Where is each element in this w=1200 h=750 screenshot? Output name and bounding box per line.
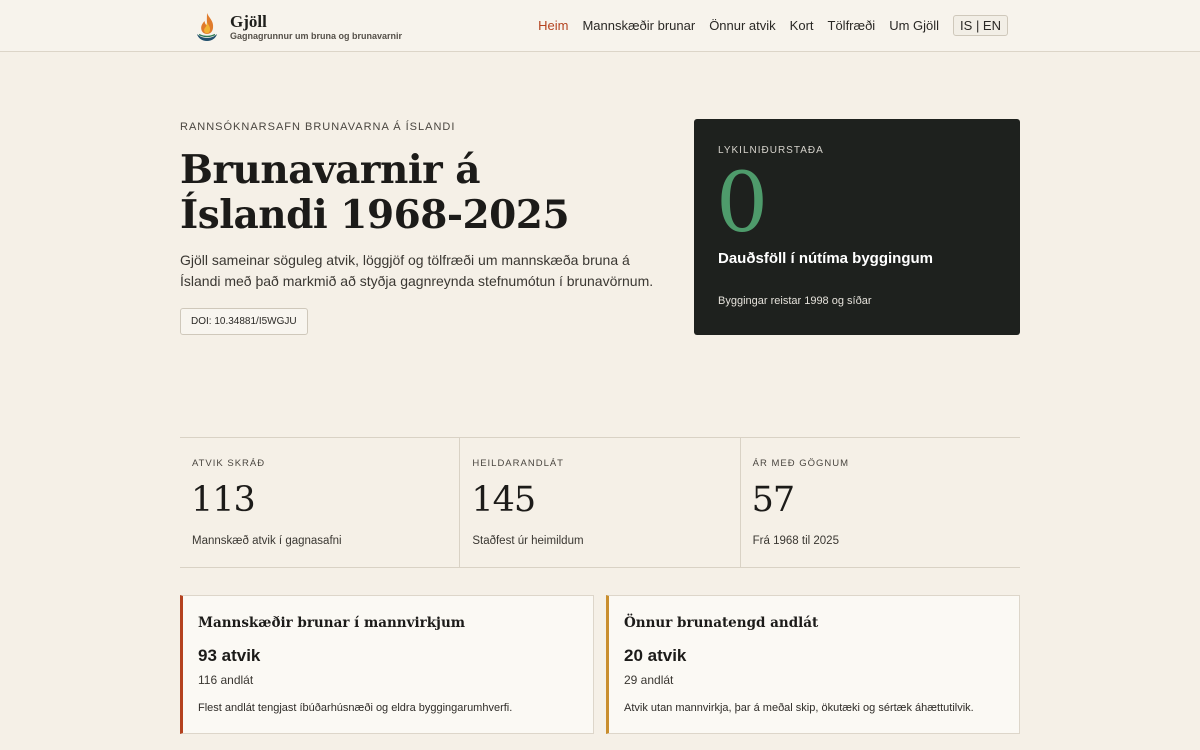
stat-years: ÁR MEÐ GÖGNUM 57 Frá 1968 til 2025 [739,438,1020,567]
stat-deaths: HEILDARANDLÁT 145 Staðfest úr heimildum [459,438,739,567]
key-finding-title: Dauðsföll í nútíma byggingum [718,250,933,267]
category-description: Atvik utan mannvirkja, þar á meðal skip,… [624,702,974,714]
nav-item-other-incidents[interactable]: Önnur atvik [709,18,775,33]
category-title: Önnur brunatengd andlát [624,615,819,631]
stat-incidents: ATVIK SKRÁÐ 113 Mannskæð atvik í gagnasa… [180,438,459,567]
nav-item-fatal-fires[interactable]: Mannskæðir brunar [582,18,695,33]
main-nav: Heim Mannskæðir brunar Önnur atvik Kort … [524,15,1008,36]
stat-label: HEILDARANDLÁT [472,458,564,469]
category-deaths: 29 andlát [624,673,674,687]
language-switcher[interactable]: IS | EN [953,15,1008,36]
category-card-other-deaths[interactable]: Önnur brunatengd andlát 20 atvik 29 andl… [606,595,1020,734]
category-card-structural-fires[interactable]: Mannskæðir brunar í mannvirkjum 93 atvik… [180,595,594,734]
top-navigation-bar: Gjöll Gagnagrunnur um bruna og brunavarn… [0,0,1200,52]
brand-tagline: Gagnagrunnur um bruna og brunavarnir [230,31,403,41]
stat-description: Frá 1968 til 2025 [752,535,839,547]
nav-item-home[interactable]: Heim [538,18,568,33]
stat-label: ATVIK SKRÁÐ [192,458,266,469]
page-title: Brunavarnir á Íslandi 1968-2025 [180,147,570,238]
stat-value: 113 [191,480,256,520]
nav-item-statistics[interactable]: Tölfræði [828,18,876,33]
stat-label: ÁR MEÐ GÖGNUM [752,458,850,469]
key-finding-description: Byggingar reistar 1998 og síðar [718,295,872,307]
stats-row: ATVIK SKRÁÐ 113 Mannskæð atvik í gagnasa… [180,437,1020,568]
stat-value: 145 [471,480,536,520]
key-finding-label: LYKILNIÐURSTAÐA [718,145,824,156]
nav-item-about[interactable]: Um Gjöll [889,18,939,33]
nav-item-map[interactable]: Kort [790,18,814,33]
key-finding-number: 0 [716,156,769,251]
brand-text: Gjöll Gagnagrunnur um bruna og brunavarn… [230,13,402,41]
category-deaths: 116 andlát [198,673,254,687]
key-finding-card: LYKILNIÐURSTAÐA 0 Dauðsföll í nútíma byg… [694,119,1020,335]
stat-description: Staðfest úr heimildum [472,535,584,547]
brand-home-link[interactable]: Gjöll Gagnagrunnur um bruna og brunavarn… [196,12,402,42]
category-count: 20 atvik [624,646,687,665]
hero-lead: Gjöll sameinar söguleg atvik, löggjöf og… [180,252,654,289]
hero-eyebrow: RANNSÓKNARSAFN BRUNAVARNA Á ÍSLANDI [180,121,456,133]
stat-value: 57 [751,480,796,520]
stat-description: Mannskæð atvik í gagnasafni [192,535,342,547]
category-title: Mannskæðir brunar í mannvirkjum [198,615,466,631]
doi-button[interactable]: DOI: 10.34881/I5WGJU [180,308,308,335]
flame-logo-icon [197,13,217,41]
brand-name: Gjöll [230,12,267,31]
category-count: 93 atvik [198,646,261,665]
category-description: Flest andlát tengjast íbúðarhúsnæði og e… [198,702,513,714]
